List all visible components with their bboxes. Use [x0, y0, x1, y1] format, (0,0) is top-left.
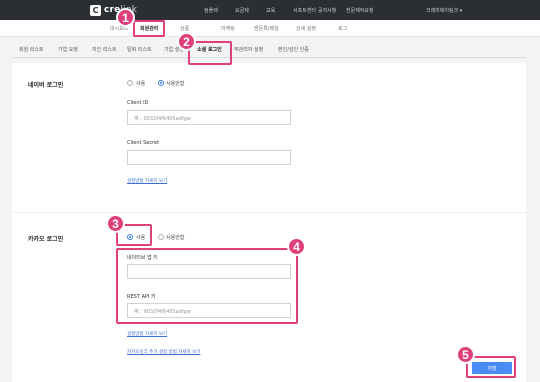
member-tabs: 회원 리스트 기업 요청 지인 리스트 탈퇴 리스트 기업 설정 소셜 로그인 … — [0, 41, 540, 57]
logo-icon: C — [90, 4, 101, 16]
naver-help-link[interactable]: 설정방법 자세히 보기 — [127, 178, 167, 184]
topnav-item[interactable]: 교육 — [266, 7, 275, 14]
naver-client-secret-label: Client Secret — [127, 140, 160, 146]
tab-sub-admin[interactable]: 부관리자 설정 — [234, 46, 263, 53]
kakao-login-title: 카카오 로그인 — [28, 236, 64, 243]
subnav-item-logs[interactable]: 로그 — [338, 25, 347, 32]
subnav-item-settings[interactable]: 상세 설정 — [296, 25, 316, 32]
callout-box-kakao-keys — [116, 248, 298, 324]
callout-badge-2: 2 — [177, 32, 196, 51]
subnav-item-guestbook[interactable]: 방문록/메일 — [254, 25, 279, 32]
topnav-item[interactable]: 전문제작요청 — [346, 7, 374, 14]
topnav-item[interactable]: 서포트센터 — [293, 7, 316, 14]
topnav-item[interactable]: 컴플렉 — [204, 7, 218, 14]
section-divider — [12, 212, 526, 213]
tab-company-request[interactable]: 기업 요청 — [58, 46, 78, 53]
naver-nouse-radio[interactable] — [158, 80, 164, 86]
tab-withdrawal-list[interactable]: 탈퇴 리스트 — [127, 46, 152, 53]
kakaosync-help-link[interactable]: 카카오싱크 추가 설정 방법 자세히 보기 — [127, 349, 200, 355]
topnav-item[interactable]: 공지사항 — [318, 7, 336, 14]
tab-acquaintance-list[interactable]: 지인 리스트 — [92, 46, 117, 53]
callout-badge-5: 5 — [456, 345, 475, 364]
naver-client-id-label: Client ID — [127, 100, 149, 106]
tab-identity-verification[interactable]: 본인/성인 인증 — [278, 46, 309, 53]
naver-use-label: 사용 — [136, 81, 146, 87]
callout-box-members-menu — [133, 20, 165, 37]
callout-badge-1: 1 — [116, 8, 135, 27]
topnav-item[interactable]: 요금제 — [235, 7, 249, 14]
sub-navigation: 대시보드 회원관리 상품 마케팅 방문록/메일 상세 설정 로그 — [0, 20, 540, 37]
kakao-nouse-radio[interactable] — [158, 234, 164, 240]
subnav-item-products[interactable]: 상품 — [180, 25, 189, 32]
naver-use-radio[interactable] — [127, 80, 133, 86]
tab-member-list[interactable]: 회원 리스트 — [19, 46, 44, 53]
kakao-help-link[interactable]: 설정방법 자세히 보기 — [127, 331, 167, 337]
naver-login-title: 네이버 로그인 — [28, 82, 64, 89]
kakao-nouse-label: 사용안함 — [166, 235, 185, 241]
subnav-item-marketing[interactable]: 마케팅 — [221, 25, 235, 32]
naver-client-secret-input[interactable] — [127, 150, 291, 165]
naver-nouse-label: 사용안함 — [166, 81, 185, 87]
tab-divider — [12, 57, 526, 58]
callout-badge-4: 4 — [287, 237, 306, 256]
top-navigation-bar: C crelink 컴플렉 요금제 교육 서포트센터 공지사항 전문제작요청 크… — [0, 0, 540, 20]
callout-badge-3: 3 — [106, 214, 125, 233]
naver-client-id-input[interactable]: 예 : 9032f4f6405adfgw — [127, 110, 291, 125]
account-menu[interactable]: 크레마에이팅크 ▾ — [426, 7, 462, 14]
